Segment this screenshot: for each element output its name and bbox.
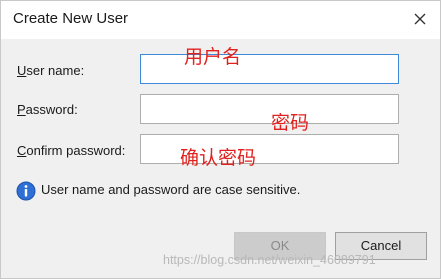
password-field[interactable] — [140, 94, 399, 124]
confirm-password-field[interactable] — [140, 134, 399, 164]
password-label: Password: — [17, 102, 78, 117]
info-icon — [16, 181, 36, 201]
create-user-dialog: Create New User User name: Password: Con… — [0, 0, 441, 279]
info-message: User name and password are case sensitiv… — [41, 182, 301, 197]
confirm-password-label: Confirm password: — [17, 143, 126, 158]
dialog-title: Create New User — [13, 10, 129, 27]
username-field[interactable] — [140, 54, 399, 84]
close-icon[interactable] — [410, 9, 430, 29]
username-label: User name: — [17, 63, 85, 78]
watermark: https://blog.csdn.net/weixin_46089791 — [163, 253, 376, 267]
title-bar: Create New User — [1, 1, 440, 39]
